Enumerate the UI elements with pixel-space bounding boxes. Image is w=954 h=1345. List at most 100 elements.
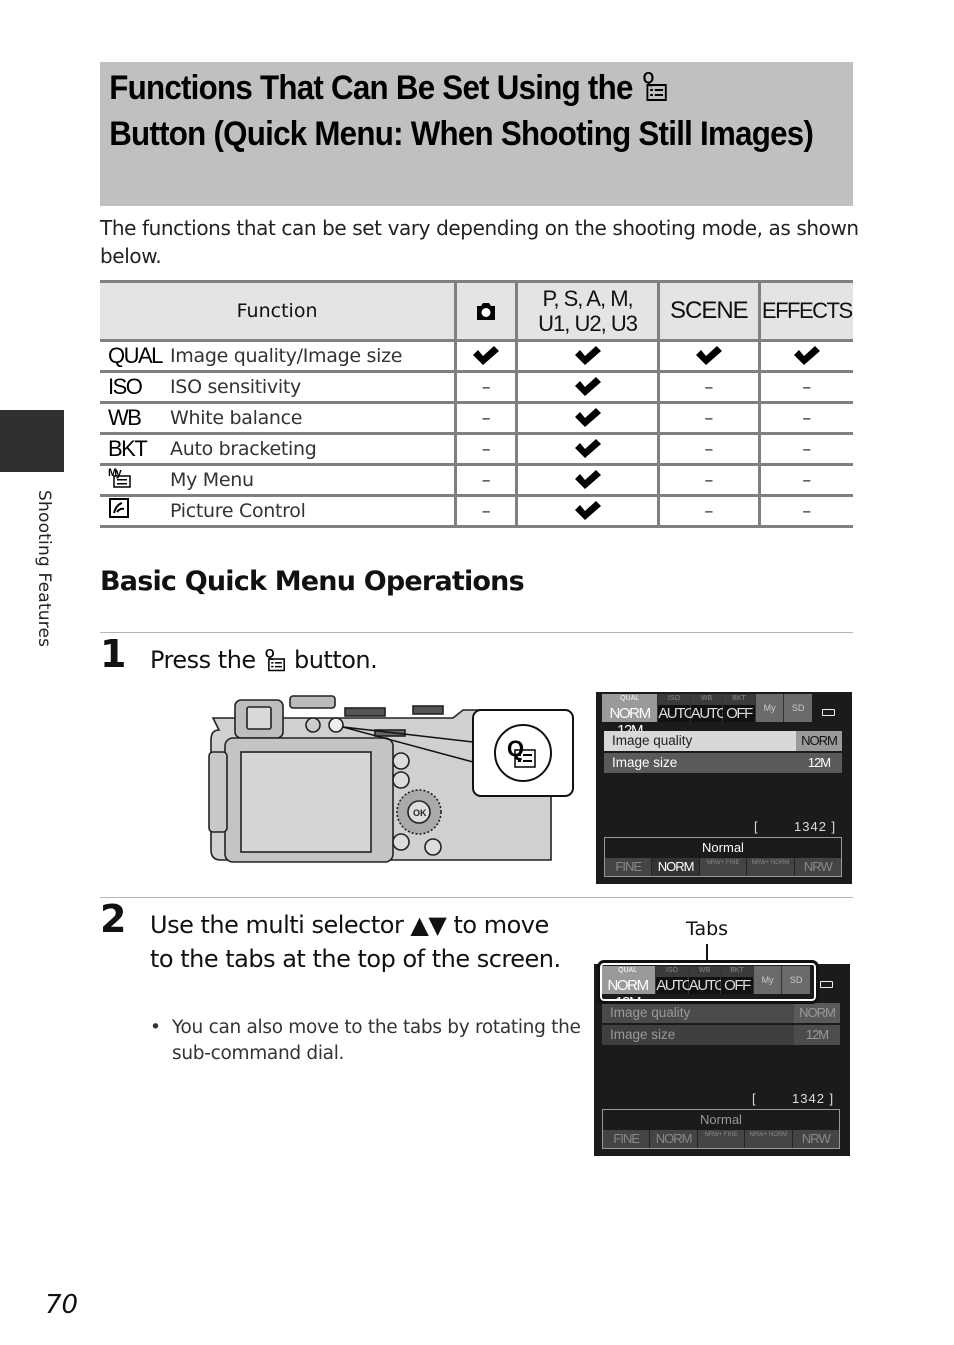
- my-menu-icon: My: [755, 700, 784, 717]
- shots-remaining: 1342 ]: [792, 1091, 835, 1106]
- availability-psam: [515, 494, 661, 528]
- svg-text:My: My: [108, 467, 123, 479]
- availability-psam: [515, 463, 661, 497]
- col-header-scene: SCENE: [657, 280, 761, 342]
- function-cell: WB White balance: [100, 401, 458, 435]
- option-nrw-fine[interactable]: NRW+ FINE: [698, 1130, 746, 1148]
- check-icon: [574, 501, 601, 520]
- table-row: ISO ISO sensitivity – – –: [100, 370, 853, 404]
- my-menu-icon: My: [100, 466, 170, 494]
- option-nrw-norm[interactable]: NRW+ NORM: [745, 1130, 793, 1148]
- menu-row-image-size[interactable]: Image size 12M: [602, 1025, 840, 1045]
- option-fine[interactable]: FINE: [603, 1130, 651, 1148]
- availability-psam: [515, 401, 661, 435]
- quick-menu-icon: Q: [265, 646, 285, 672]
- intro-paragraph: The functions that can be set vary depen…: [100, 216, 859, 268]
- table-row: QUAL Image quality/Image size: [100, 339, 853, 373]
- wb-icon: WB: [108, 405, 142, 430]
- section-heading: Basic Quick Menu Operations: [100, 566, 525, 597]
- check-icon: [574, 408, 601, 427]
- availability-effects: [757, 339, 853, 373]
- qual-icon: QUAL: [108, 343, 163, 368]
- function-label: Picture Control: [170, 500, 306, 522]
- tab-label: QUAL: [620, 695, 640, 702]
- availability-auto: –: [454, 463, 519, 497]
- step-2-bullet: • You can also move to the tabs by rotati…: [150, 1015, 582, 1067]
- picture-control-icon: [100, 497, 170, 525]
- chapter-tab: [0, 410, 64, 472]
- tab-iso[interactable]: ISO AUTO: [658, 694, 695, 722]
- option-fine[interactable]: FINE: [605, 858, 653, 876]
- camera-auto-icon: [477, 303, 496, 320]
- divider: [100, 632, 853, 633]
- bullet-text: You can also move to the tabs by rotatin…: [172, 1017, 581, 1064]
- check-icon: [574, 470, 601, 489]
- row-value: NORM: [794, 1003, 840, 1023]
- psam-line2: U1, U2, U3: [538, 311, 638, 336]
- row-label: Image size: [610, 1027, 676, 1042]
- menu-row-image-quality[interactable]: Image quality NORM: [602, 1003, 840, 1023]
- setting-name: Normal: [702, 840, 744, 855]
- function-cell: BKT Auto bracketing: [100, 432, 458, 466]
- tab-label: WB: [700, 695, 713, 702]
- quality-options-bar: Normal FINE NORM NRW+ FINE NRW+ NORM NRW: [602, 1109, 840, 1149]
- check-icon: [793, 346, 820, 365]
- step-1-text-before: Press the: [150, 646, 256, 674]
- count-bracket: [: [752, 1091, 757, 1106]
- step-1-text: Press the Q button.: [150, 643, 378, 677]
- row-value: NORM: [796, 731, 842, 751]
- camera-back-illustration: OK Q: [208, 695, 574, 863]
- quality-options: FINE NORM NRW+ FINE NRW+ NORM NRW: [605, 858, 841, 876]
- function-label: My Menu: [170, 469, 254, 491]
- option-nrw[interactable]: NRW: [795, 858, 841, 876]
- battery-icon: [820, 981, 833, 988]
- tabs-callout-label: Tabs: [686, 918, 729, 940]
- step-number: 1: [100, 632, 127, 676]
- menu-row-image-quality[interactable]: Image quality NORM: [604, 731, 842, 751]
- col-header-psam: P, S, A, M, U1, U2, U3: [515, 280, 661, 342]
- option-nrw-norm[interactable]: NRW+ NORM: [747, 858, 795, 876]
- row-label: Image quality: [610, 1005, 691, 1020]
- title-text-1: Functions That Can Be Set Using the: [109, 69, 633, 107]
- menu-row-image-size[interactable]: Image size 12M: [604, 753, 842, 773]
- bkt-icon: BKT: [108, 436, 148, 461]
- option-nrw[interactable]: NRW: [793, 1130, 839, 1148]
- svg-text:OK: OK: [413, 808, 427, 818]
- check-icon: [574, 439, 601, 458]
- tab-qual[interactable]: QUAL NORM 12M: [602, 694, 659, 739]
- lcd-screen-quality: QUAL NORM 12M ISO AUTO WB AUTO1 BKT OFF My S…: [596, 692, 852, 884]
- tab-bkt[interactable]: BKT OFF: [723, 694, 756, 722]
- tab-value: OFF: [723, 705, 755, 722]
- availability-psam: [515, 432, 661, 466]
- availability-auto: –: [454, 401, 519, 435]
- function-label: Auto bracketing: [170, 438, 317, 460]
- function-label: White balance: [170, 407, 303, 429]
- function-cell: ISO ISO sensitivity: [100, 370, 458, 404]
- function-cell: Picture Control: [100, 494, 458, 528]
- check-icon: [574, 377, 601, 396]
- option-norm[interactable]: NORM: [652, 858, 700, 876]
- tab-picture-control[interactable]: SD: [784, 694, 812, 722]
- tab-my-menu[interactable]: My: [755, 694, 785, 722]
- tab-wb[interactable]: WB AUTO1: [690, 694, 735, 722]
- page-number: 70: [45, 1290, 79, 1320]
- availability-effects: –: [757, 494, 853, 528]
- col-header-auto: [454, 280, 519, 342]
- table-header-row: Function P, S, A, M, U1, U2, U3 SCENE EF…: [100, 280, 853, 342]
- availability-effects: –: [757, 370, 853, 404]
- check-icon: [574, 346, 601, 365]
- option-nrw-fine[interactable]: NRW+ FINE: [700, 858, 748, 876]
- option-norm[interactable]: NORM: [650, 1130, 698, 1148]
- page-title: Functions That Can Be Set Using the Q Bu…: [100, 62, 867, 157]
- functions-table: Function P, S, A, M, U1, U2, U3 SCENE EF…: [100, 280, 853, 528]
- check-icon: [473, 346, 500, 365]
- function-cell: QUAL Image quality/Image size: [100, 339, 458, 373]
- availability-auto: –: [454, 370, 519, 404]
- availability-scene: –: [657, 401, 761, 435]
- bullet-dot: •: [150, 1017, 161, 1038]
- availability-psam: [515, 339, 661, 373]
- availability-psam: [515, 370, 661, 404]
- tab-value: AUTO: [658, 705, 695, 722]
- table-row: Picture Control – – –: [100, 494, 853, 528]
- availability-effects: –: [757, 432, 853, 466]
